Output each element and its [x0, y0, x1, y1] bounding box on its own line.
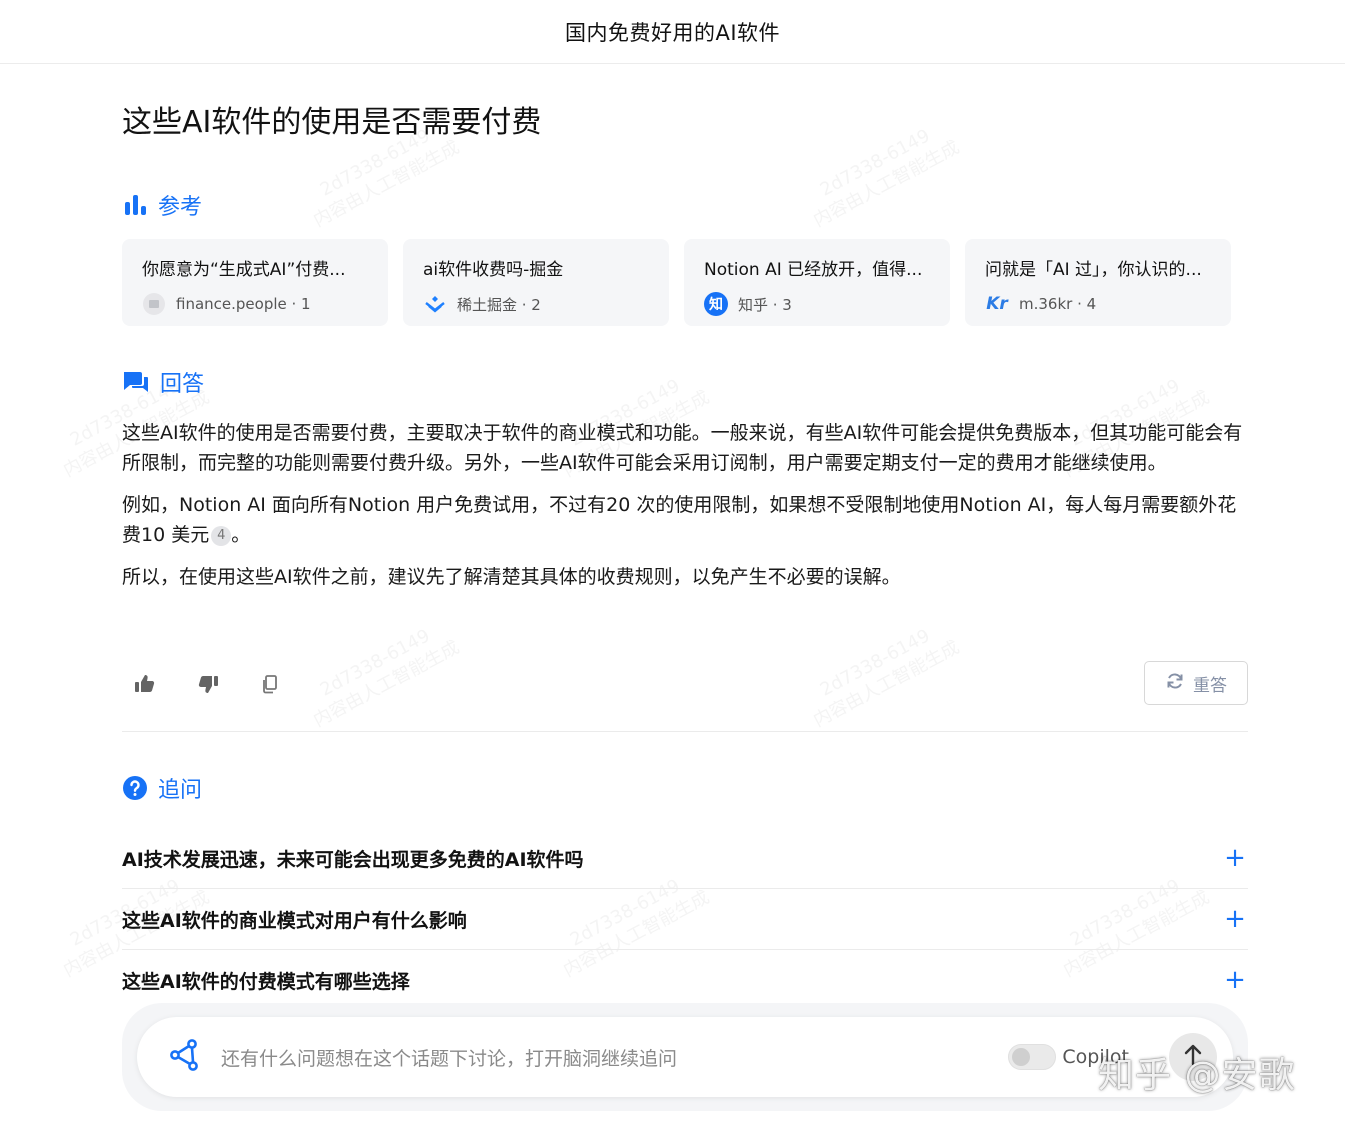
references-heading: 参考 — [122, 189, 202, 221]
reference-meta: 知 知乎 · 3 — [704, 292, 930, 316]
ai-watermark: 2d7338-6149 内容由人工智能生成 — [809, 125, 963, 232]
copilot-toggle[interactable] — [1008, 1044, 1057, 1070]
chat-bubble-icon — [122, 369, 150, 395]
juejin-logo-icon — [423, 292, 447, 316]
reference-title: 你愿意为“生成式AI”付费... — [142, 260, 346, 280]
answer-heading-label: 回答 — [160, 372, 205, 397]
answer-paragraph-end: 。 — [231, 524, 251, 546]
reference-title: 问就是「AI 过」，你认识的... — [985, 260, 1202, 280]
reference-list: 你愿意为“生成式AI”付费... finance.people · 1 ai软件… — [122, 239, 1248, 326]
thumbs-up-icon[interactable] — [132, 671, 158, 697]
reference-meta: Kr m.36kr · 4 — [985, 292, 1211, 316]
toggle-knob — [1012, 1048, 1031, 1066]
refresh-icon — [1165, 671, 1185, 696]
copy-icon[interactable] — [257, 671, 283, 697]
reference-card[interactable]: 问就是「AI 过」，你认识的... Kr m.36kr · 4 — [965, 239, 1231, 326]
references-heading-label: 参考 — [158, 195, 203, 220]
36kr-logo-icon: Kr — [986, 294, 1008, 314]
plus-icon[interactable]: + — [1222, 845, 1248, 871]
bar-chart-icon — [122, 192, 148, 218]
citation-badge[interactable]: 4 — [211, 526, 232, 546]
divider — [122, 731, 1248, 732]
reference-card[interactable]: Notion AI 已经放开，值得... 知 知乎 · 3 — [684, 239, 950, 326]
zhihu-author-watermark: 知乎 @安歌 — [1098, 1055, 1296, 1096]
reference-title: Notion AI 已经放开，值得... — [704, 260, 923, 280]
followup-item[interactable]: AI技术发展迅速，未来可能会出现更多免费的AI软件吗 + — [122, 828, 1248, 889]
top-bar: 国内免费好用的AI软件 — [0, 0, 1345, 64]
plus-icon[interactable]: + — [1222, 967, 1248, 993]
reference-card[interactable]: ai软件收费吗-掘金 稀土掘金 · 2 — [403, 239, 669, 326]
answer-paragraph: 这些AI软件的使用是否需要付费，主要取决于软件的商业模式和功能。一般来说，有些A… — [122, 422, 1243, 474]
followup-text: 这些AI软件的付费模式有哪些选择 — [122, 970, 410, 993]
plus-icon[interactable]: + — [1222, 906, 1248, 932]
followup-text: 这些AI软件的商业模式对用户有什么影响 — [122, 909, 467, 932]
followup-heading: 追问 — [122, 772, 202, 804]
reference-source: 稀土掘金 · 2 — [457, 295, 541, 314]
thumbs-down-icon[interactable] — [195, 671, 221, 697]
reference-source: finance.people · 1 — [176, 295, 311, 313]
reference-meta: finance.people · 1 — [142, 292, 368, 316]
newspaper-icon — [142, 292, 166, 316]
page-title: 国内免费好用的AI软件 — [564, 20, 781, 45]
answer-paragraph: 所以，在使用这些AI软件之前，建议先了解清楚其具体的收费规则，以免产生不必要的误… — [122, 566, 901, 588]
followup-input-bar: 还有什么问题想在这个话题下讨论，打开脑洞继续追问 Copilot — [137, 1017, 1233, 1097]
regenerate-label: 重答 — [1193, 675, 1227, 696]
zhihu-logo-icon: 知 — [704, 292, 728, 316]
reference-title: ai软件收费吗-掘金 — [423, 260, 564, 280]
question-title: 这些AI软件的使用是否需要付费 — [122, 105, 542, 140]
reference-source: 知乎 · 3 — [738, 295, 792, 314]
reference-card[interactable]: 你愿意为“生成式AI”付费... finance.people · 1 — [122, 239, 388, 326]
followup-input[interactable]: 还有什么问题想在这个话题下讨论，打开脑洞继续追问 — [221, 1044, 1008, 1071]
answer-heading: 回答 — [122, 366, 204, 398]
share-network-icon — [167, 1038, 201, 1076]
answer-body: 这些AI软件的使用是否需要付费，主要取决于软件的商业模式和功能。一般来说，有些A… — [122, 418, 1248, 604]
answer-paragraph-text: 例如，Notion AI 面向所有Notion 用户免费试用，不过有20 次的使… — [122, 494, 1237, 546]
reference-source: m.36kr · 4 — [1019, 295, 1097, 313]
followup-list: AI技术发展迅速，未来可能会出现更多免费的AI软件吗 + 这些AI软件的商业模式… — [122, 828, 1248, 1010]
followup-item[interactable]: 这些AI软件的付费模式有哪些选择 + — [122, 950, 1248, 1010]
regenerate-button[interactable]: 重答 — [1144, 661, 1248, 705]
followup-heading-label: 追问 — [158, 778, 203, 803]
followup-item[interactable]: 这些AI软件的商业模式对用户有什么影响 + — [122, 889, 1248, 950]
question-circle-icon — [122, 775, 148, 801]
answer-paragraph: 例如，Notion AI 面向所有Notion 用户免费试用，不过有20 次的使… — [122, 490, 1248, 550]
reference-meta: 稀土掘金 · 2 — [423, 292, 649, 316]
followup-text: AI技术发展迅速，未来可能会出现更多免费的AI软件吗 — [122, 848, 584, 871]
answer-actions: 重答 — [122, 661, 1248, 707]
